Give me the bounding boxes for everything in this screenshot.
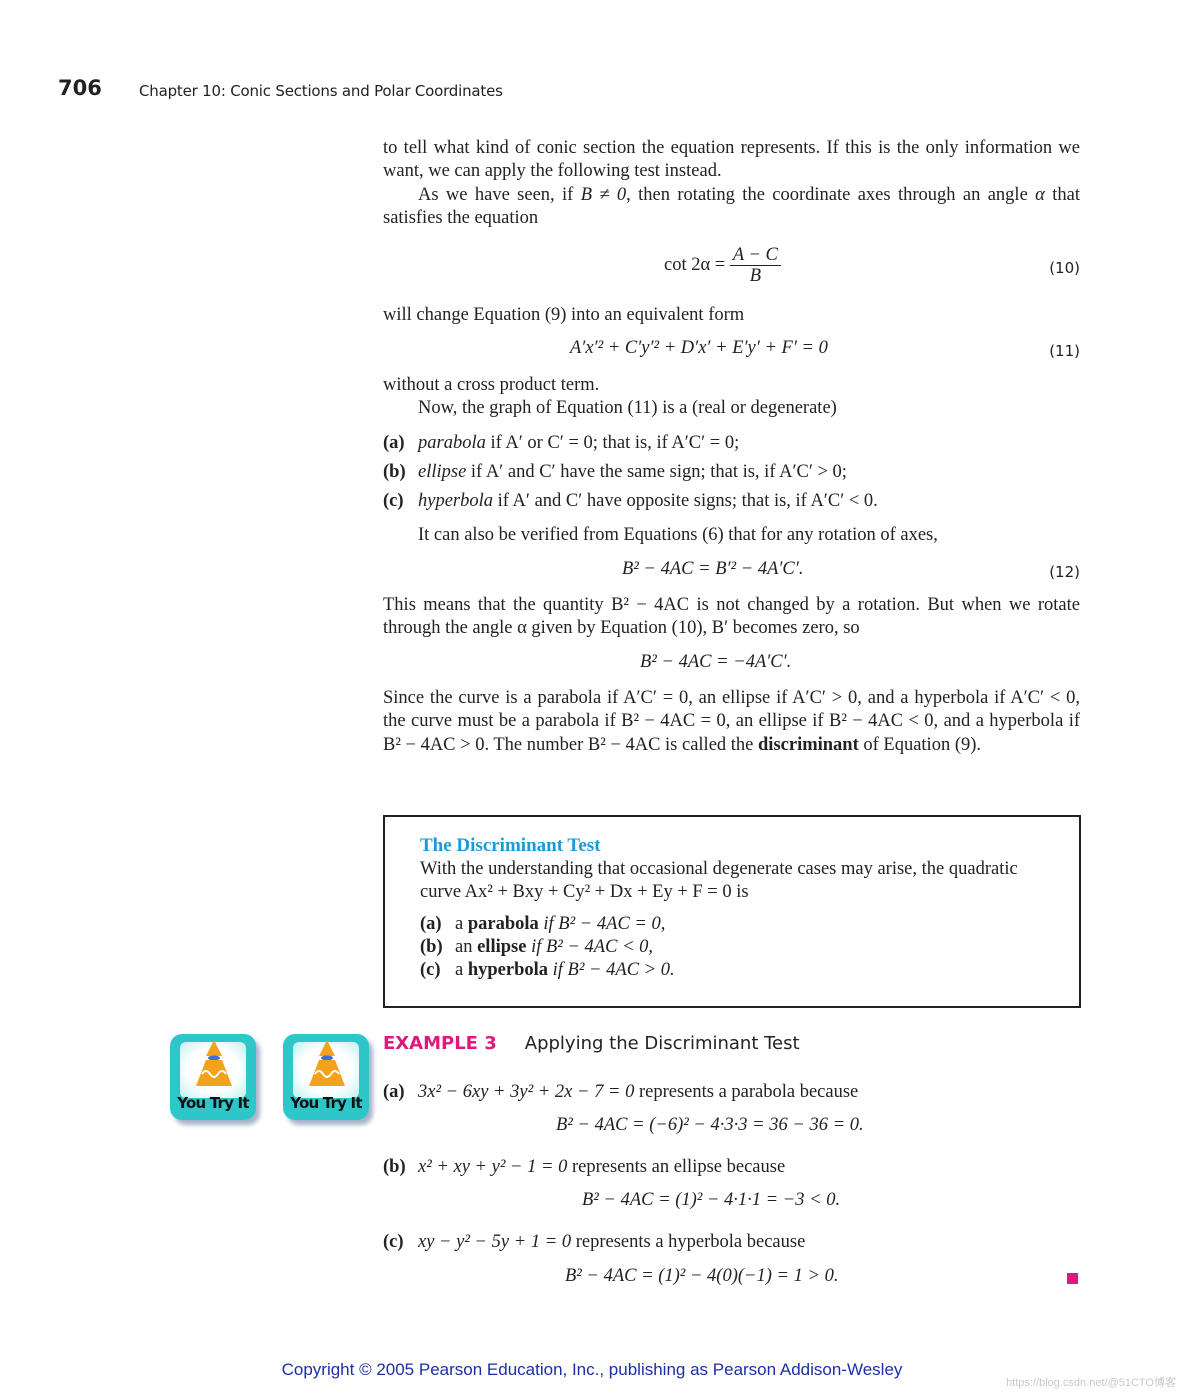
paragraph-verified: It can also be verified from Equations (…	[418, 525, 938, 545]
equation-number: (12)	[1049, 563, 1080, 581]
box-item-condition: if B² − 4AC < 0,	[526, 937, 654, 957]
box-item-label: (c)	[420, 960, 441, 980]
box-item-label: (a)	[420, 914, 442, 934]
case-label: (a)	[383, 433, 405, 453]
you-try-it-button[interactable]: You Try It	[283, 1034, 369, 1120]
discriminant-test-box: The Discriminant Test With the understan…	[383, 815, 1081, 1008]
box-item-condition: if B² − 4AC = 0,	[538, 914, 666, 934]
equation-10: cot 2α = A − C B	[664, 245, 781, 286]
fraction: A − C B	[729, 245, 781, 286]
paragraph-graph: Now, the graph of Equation (11) is a (re…	[418, 398, 837, 418]
part-text: represents an ellipse because	[567, 1157, 786, 1177]
part-label: (a)	[383, 1082, 405, 1102]
case-term: hyperbola	[418, 491, 494, 511]
case-item: (b) ellipse if A′ and C′ have the same si…	[383, 458, 1080, 487]
example-part: (a) 3x² − 6xy + 3y² + 2x − 7 = 0 represen…	[383, 1078, 858, 1107]
box-title: The Discriminant Test	[420, 835, 601, 856]
box-items: (a) a parabola if B² − 4AC = 0, (b) an ell…	[420, 913, 675, 982]
box-item-term: parabola	[467, 914, 539, 934]
equation-11: A′x′² + C′y′² + D′x′ + E′y′ + F′ = 0	[570, 338, 828, 358]
case-item: (c) hyperbola if A′ and C′ have opposite …	[383, 487, 1080, 516]
case-list: (a) parabola if A′ or C′ = 0; that is, if…	[383, 429, 1080, 516]
case-term: parabola	[418, 433, 486, 453]
case-term: ellipse	[418, 462, 467, 482]
you-try-it-button[interactable]: You Try It	[170, 1034, 256, 1120]
math-inline: B ≠ 0	[580, 185, 627, 205]
part-text: represents a hyperbola because	[571, 1232, 806, 1252]
example-part: (b) x² + xy + y² − 1 = 0 represents an el…	[383, 1153, 785, 1182]
fraction-numerator: A − C	[729, 245, 781, 266]
text-segment: an	[455, 937, 478, 957]
part-label: (b)	[383, 1157, 406, 1177]
case-text: if A′ or C′ = 0; that is, if A′C′ = 0;	[485, 433, 740, 453]
watermark: https://blog.csdn.net/@51CTO博客	[1006, 1377, 1176, 1389]
paragraph-equivalent-form: will change Equation (9) into an equival…	[383, 305, 745, 325]
math-inline: α	[1035, 185, 1045, 205]
case-text: if A′ and C′ have opposite signs; that i…	[493, 491, 878, 511]
paragraph-discriminant: Since the curve is a parabola if A′C′ = …	[383, 687, 1080, 757]
box-item: (b) an ellipse if B² − 4AC < 0,	[420, 936, 675, 959]
box-item: (a) a parabola if B² − 4AC = 0,	[420, 913, 675, 936]
example-number: EXAMPLE 3	[383, 1033, 497, 1054]
case-text: if A′ and C′ have the same sign; that is…	[466, 462, 847, 482]
part-equation: x² + xy + y² − 1 = 0	[418, 1157, 568, 1177]
running-head: Chapter 10: Conic Sections and Polar Coo…	[139, 82, 503, 100]
badge-label: You Try It	[290, 1094, 362, 1112]
text-segment: , then rotating the coordinate axes thro…	[626, 185, 1036, 205]
pyramid-icon	[309, 1040, 345, 1086]
part-calculation: B² − 4AC = (1)² − 4·1·1 = −3 < 0.	[582, 1190, 841, 1210]
box-item-term: hyperbola	[467, 960, 549, 980]
case-label: (c)	[383, 491, 404, 511]
case-label: (b)	[383, 462, 406, 482]
part-calculation: B² − 4AC = (1)² − 4(0)(−1) = 1 > 0.	[565, 1266, 839, 1286]
text-segment: As we have seen, if	[418, 185, 581, 205]
part-text: represents a parabola because	[634, 1082, 859, 1102]
part-equation: xy − y² − 5y + 1 = 0	[418, 1232, 572, 1252]
pyramid-icon	[196, 1040, 232, 1086]
text-segment: a	[455, 960, 468, 980]
badge-label: You Try It	[177, 1094, 249, 1112]
paragraph-rotation: As we have seen, if B ≠ 0, then rotating…	[383, 184, 1080, 231]
equation-13: B² − 4AC = −4A′C′.	[640, 652, 792, 672]
paragraph-invariant: This means that the quantity B² − 4AC is…	[383, 595, 1080, 639]
example-heading: EXAMPLE 3 Applying the Discriminant Test	[383, 1033, 800, 1054]
text-segment: a	[455, 914, 468, 934]
fraction-denominator: B	[749, 266, 762, 286]
example-part: (c) xy − y² − 5y + 1 = 0 represents a hyp…	[383, 1228, 805, 1257]
paragraph-no-cross-term: without a cross product term.	[383, 375, 600, 395]
term-discriminant: discriminant	[758, 734, 859, 755]
case-item: (a) parabola if A′ or C′ = 0; that is, if…	[383, 429, 1080, 458]
example-title: Applying the Discriminant Test	[524, 1033, 800, 1054]
paragraph-intro: to tell what kind of conic section the e…	[383, 138, 1080, 182]
part-equation: 3x² − 6xy + 3y² + 2x − 7 = 0	[418, 1082, 635, 1102]
box-text: With the understanding that occasional d…	[420, 859, 1018, 903]
box-item: (c) a hyperbola if B² − 4AC > 0.	[420, 959, 675, 982]
box-item-label: (b)	[420, 937, 443, 957]
equation-12: B² − 4AC = B′² − 4A′C′.	[622, 559, 804, 579]
page-number: 706	[58, 76, 102, 100]
equation-number: (10)	[1049, 259, 1080, 277]
box-item-term: ellipse	[477, 937, 527, 957]
part-calculation: B² − 4AC = (−6)² − 4·3·3 = 36 − 36 = 0.	[556, 1115, 864, 1135]
equation-number: (11)	[1049, 342, 1080, 360]
end-of-example-icon	[1067, 1273, 1078, 1284]
part-label: (c)	[383, 1232, 404, 1252]
equation-lhs: cot 2α =	[664, 254, 730, 275]
text-segment: of Equation (9).	[858, 734, 982, 755]
box-item-condition: if B² − 4AC > 0.	[548, 960, 675, 980]
